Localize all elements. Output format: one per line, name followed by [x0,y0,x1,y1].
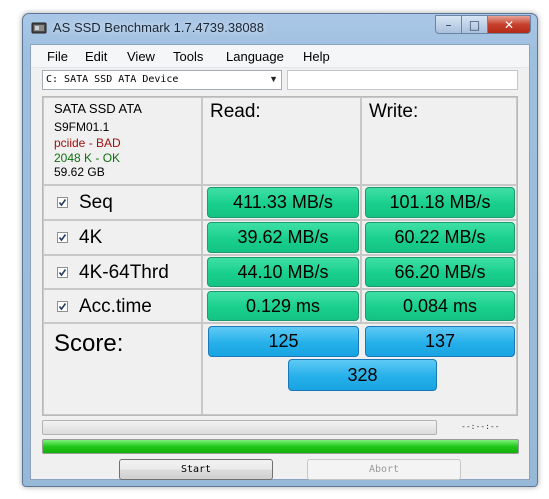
acctime-read-value: 0.129 ms [207,291,359,321]
menu-view[interactable]: View [127,49,155,64]
seq-checkbox[interactable] [57,197,68,208]
4k64thrd-label: 4K-64Thrd [79,262,169,283]
4k-checkbox[interactable] [57,232,68,243]
elapsed-time: --:--:-- [461,422,500,431]
row-acctime-label-cell: Acc.time [43,289,202,323]
seq-label: Seq [79,192,113,213]
read-header: Read: [210,101,261,122]
row-4k64-label-cell: 4K-64Thrd [43,255,202,289]
menu-bar: File Edit View Tools Language Help [31,45,529,68]
menu-edit[interactable]: Edit [85,49,107,64]
drive-size: 59.62 GB [54,165,105,179]
overall-progress-bar [42,439,519,454]
drive-dropdown-value: C: SATA SSD ATA Device [46,74,179,85]
row-seq-label-cell: Seq [43,185,202,220]
chevron-down-icon[interactable]: ▼ [269,74,278,84]
app-icon [31,22,47,34]
drive-model: SATA SSD ATA [54,101,142,116]
write-header-cell: Write: [361,97,517,185]
info-cell: SATA SSD ATA S9FM01.1 pciide - BAD 2048 … [43,97,202,185]
client-area: File Edit View Tools Language Help C: SA… [30,44,530,480]
start-button[interactable]: Start [119,459,273,480]
test-progress-bar [42,420,437,435]
acctime-checkbox[interactable] [57,301,68,312]
score-label: Score: [54,330,124,357]
4k-write-value: 60.22 MB/s [365,222,515,253]
score-label-cell: Score: [43,323,202,415]
driver-status: pciide - BAD [54,136,121,150]
title-bar[interactable]: AS SSD Benchmark 1.7.4739.38088 – □ ✕ [23,14,537,44]
drive-firmware: S9FM01.1 [54,120,110,134]
4k64thrd-checkbox[interactable] [57,267,68,278]
window-title: AS SSD Benchmark 1.7.4739.38088 [53,20,265,35]
seq-read-value: 411.33 MB/s [207,187,359,218]
maximize-button[interactable]: □ [461,15,487,34]
menu-file[interactable]: File [47,49,68,64]
score-read-value: 125 [208,326,359,357]
minimize-button[interactable]: – [435,15,461,34]
drive-info-field[interactable] [287,70,518,90]
write-header: Write: [369,101,419,122]
close-button[interactable]: ✕ [487,15,531,34]
menu-tools[interactable]: Tools [173,49,203,64]
acctime-label: Acc.time [79,296,152,317]
abort-button[interactable]: Abort [307,459,461,480]
row-4k-label-cell: 4K [43,220,202,255]
app-window: AS SSD Benchmark 1.7.4739.38088 – □ ✕ Fi… [22,13,538,487]
read-header-cell: Read: [202,97,361,185]
results-panel: SATA SSD ATA S9FM01.1 pciide - BAD 2048 … [42,96,518,416]
4k-read-value: 39.62 MB/s [207,222,359,253]
4k64thrd-read-value: 44.10 MB/s [207,257,359,287]
alignment-status: 2048 K - OK [54,151,121,165]
menu-help[interactable]: Help [303,49,330,64]
seq-write-value: 101.18 MB/s [365,187,515,218]
drive-dropdown[interactable]: C: SATA SSD ATA Device ▼ [42,70,282,90]
acctime-write-value: 0.084 ms [365,291,515,321]
menu-language[interactable]: Language [226,49,284,64]
score-total-value: 328 [288,359,437,391]
score-write-value: 137 [365,326,515,357]
4k-label: 4K [79,227,103,248]
4k64thrd-write-value: 66.20 MB/s [365,257,515,287]
